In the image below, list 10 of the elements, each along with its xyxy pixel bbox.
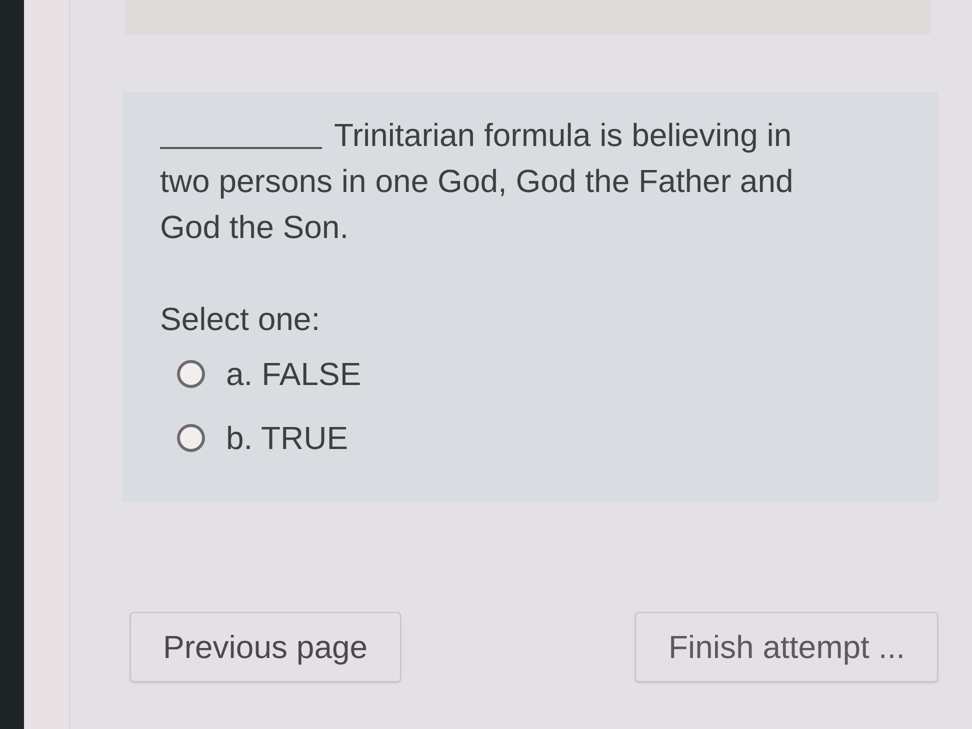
option-label: b. TRUE bbox=[226, 419, 348, 458]
question-text: Trinitarian formula is believing in bbox=[334, 116, 792, 155]
select-prompt: Select one: bbox=[160, 300, 320, 339]
previous-page-button[interactable]: Previous page bbox=[130, 612, 401, 682]
radio-button[interactable] bbox=[177, 360, 205, 388]
question-text: two persons in one God, God the Father and bbox=[160, 162, 794, 201]
question-text: God the Son. bbox=[160, 208, 349, 247]
radio-button[interactable] bbox=[177, 424, 205, 452]
option-label: a. FALSE bbox=[226, 355, 362, 394]
finish-attempt-button[interactable]: Finish attempt ... bbox=[635, 612, 938, 682]
